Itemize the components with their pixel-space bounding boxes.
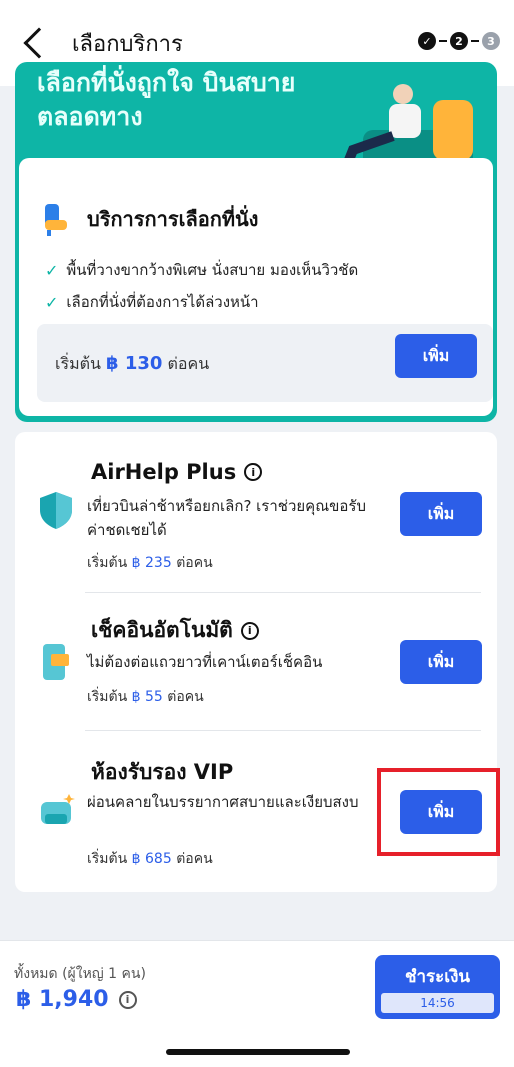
airhelp-title: AirHelp Plus [91,460,237,484]
seat-hero-banner: เลือกที่นั่งถูกใจ บินสบาย ตลอดทาง บริการ… [15,62,497,422]
step-3: 3 [482,32,500,50]
lounge-chair-icon [41,794,75,824]
info-icon[interactable]: i [240,621,259,640]
check-icon: ✓ [45,292,59,312]
auto-checkin-desc: ไม่ต้องต่อแถวยาวที่เคาน์เตอร์เช็คอิน [87,653,323,671]
payment-timer: 14:56 [381,993,494,1013]
vip-lounge-title: ห้องรับรอง VIP [91,760,234,784]
seat-icon [45,204,67,236]
step-2: 2 [450,32,468,50]
airhelp-desc: เที่ยวบินล่าช้าหรือยกเลิก? เราช่วยคุณขอร… [87,497,366,539]
seat-selection-card: บริการการเลือกที่นั่ง ✓ พื้นที่วางขากว้าง… [19,158,493,416]
step-1-check-icon: ✓ [418,32,436,50]
page-title: เลือกบริการ [72,31,183,57]
hero-text: เลือกที่นั่งถูกใจ บินสบาย ตลอดทาง [37,68,296,131]
highlight-box [377,768,500,856]
home-indicator [166,1049,350,1055]
total-amount: ฿ 1,940 i [16,987,137,1012]
pay-button[interactable]: ชำระเงิน 14:56 [375,955,500,1019]
seat-service-title: บริการการเลือกที่นั่ง [87,207,259,231]
seat-price: เริ่มต้น ฿ 130 ต่อคน [55,353,210,374]
info-icon[interactable]: i [244,463,263,481]
shield-icon [40,492,72,529]
airhelp-add-button[interactable]: เพิ่ม [400,492,482,536]
check-icon: ✓ [45,260,59,280]
list-item-auto-checkin: เช็คอินอัตโนมัติ i ไม่ต้องต่อแถวยาวที่เค… [15,592,497,730]
auto-checkin-price: เริ่มต้น ฿ 55 ต่อคน [87,689,204,705]
airhelp-price: เริ่มต้น ฿ 235 ต่อคน [87,555,213,571]
step-indicator: ✓ 2 3 [418,32,500,50]
total-label: ทั้งหมด (ผู้ใหญ่ 1 คน) [14,966,146,982]
auto-checkin-add-button[interactable]: เพิ่ม [400,640,482,684]
phone-ticket-icon [43,644,69,680]
vip-lounge-desc: ผ่อนคลายในบรรยากาศสบายและเงียบสงบ [87,793,359,811]
seat-add-button[interactable]: เพิ่ม [395,334,477,378]
back-arrow-icon[interactable] [23,27,55,59]
info-icon[interactable]: i [118,990,137,1009]
list-item-airhelp: AirHelp Plus i เที่ยวบินล่าช้าหรือยกเลิก… [15,432,497,592]
seat-bullet-2: ✓ เลือกที่นั่งที่ต้องการได้ล่วงหน้า [45,292,259,312]
seat-price-box: เริ่มต้น ฿ 130 ต่อคน เพิ่ม [37,324,493,402]
auto-checkin-title: เช็คอินอัตโนมัติ [91,618,233,642]
seat-bullet-1: ✓ พื้นที่วางขากว้างพิเศษ นั่งสบาย มองเห็น… [45,260,359,280]
vip-lounge-price: เริ่มต้น ฿ 685 ต่อคน [87,851,213,867]
checkout-bar: ทั้งหมด (ผู้ใหญ่ 1 คน) ฿ 1,940 i ชำระเงิ… [0,940,514,1067]
